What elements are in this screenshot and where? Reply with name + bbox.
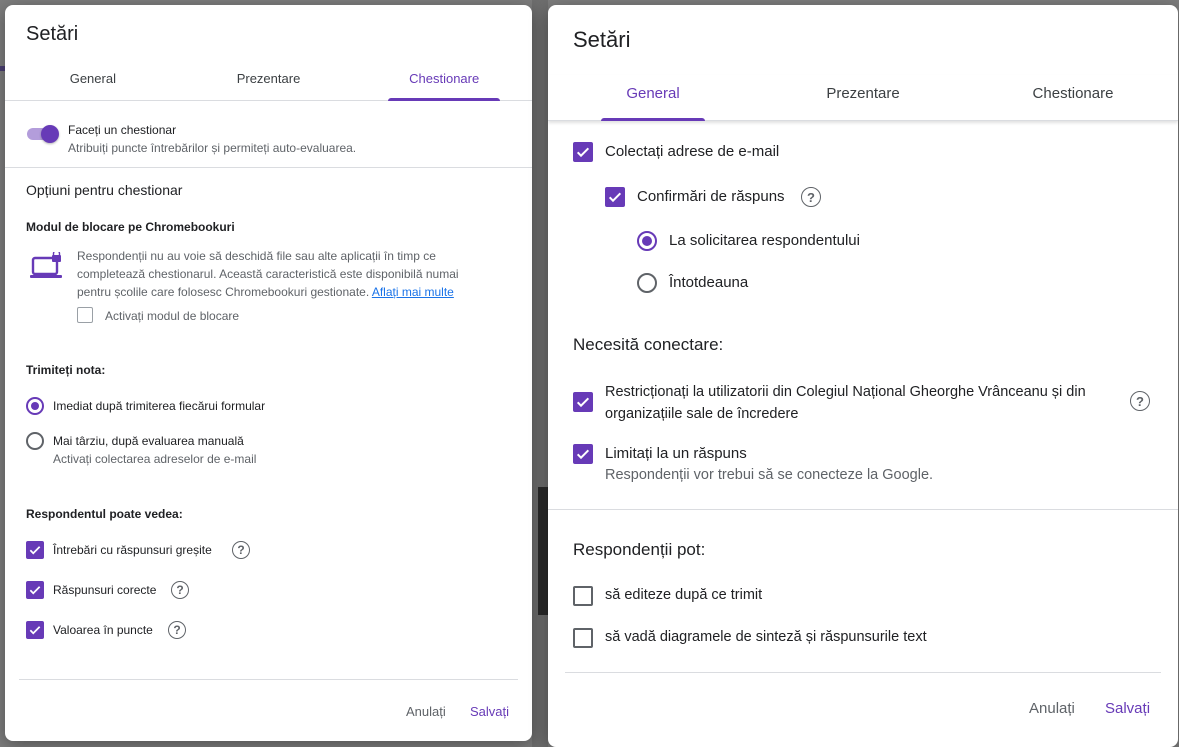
response-receipts-checkbox[interactable]	[605, 187, 625, 207]
edit-after-submit-label: să editeze după ce trimit	[605, 587, 763, 603]
quiz-toggle-description: Atribuiți puncte întrebărilor și permite…	[68, 141, 357, 155]
response-receipts-label: Confirmări de răspuns	[637, 188, 785, 205]
missed-questions-checkbox[interactable]	[26, 541, 44, 559]
restrict-line: Restricționați la utilizatorii din Coleg…	[605, 384, 1086, 400]
toggle-knob	[41, 125, 59, 143]
collect-emails-checkbox[interactable]	[573, 142, 593, 162]
release-immediately-label: Imediat după trimiterea fiecărui formula…	[53, 399, 266, 413]
tab-quizzes[interactable]: Chestionare	[356, 60, 532, 100]
quiz-toggle[interactable]	[27, 123, 59, 145]
collect-emails-label: Colectați adrese de e-mail	[605, 143, 780, 160]
check-icon	[29, 546, 41, 555]
check-icon	[576, 147, 590, 158]
release-immediately-radio[interactable]	[26, 397, 44, 415]
receipt-on-request-radio[interactable]	[637, 231, 657, 251]
quiz-options-title: Opțiuni pentru chestionar	[26, 182, 183, 198]
help-icon[interactable]: ?	[168, 621, 186, 639]
help-icon[interactable]: ?	[171, 581, 189, 599]
lockdown-line: Respondenții nu au voie să deschidă file…	[77, 249, 436, 263]
lockdown-checkbox[interactable]	[77, 307, 93, 323]
point-values-label: Valoarea în puncte	[53, 623, 153, 637]
missed-questions-label: Întrebări cu răspunsuri greșite	[53, 543, 212, 557]
limit-one-response-checkbox[interactable]	[573, 444, 593, 464]
save-button[interactable]: Salvați	[470, 704, 509, 719]
correct-answers-label: Răspunsuri corecte	[53, 583, 157, 597]
lockdown-description: Respondenții nu au voie să deschidă file…	[77, 247, 459, 301]
restrict-line: organizațiile sale de încredere	[605, 406, 799, 422]
settings-dialog-general: Setări General Prezentare Chestionare Co…	[548, 5, 1178, 747]
settings-dialog-quiz: Setări General Prezentare Chestionare Fa…	[5, 5, 532, 741]
tab-bar: General Prezentare Chestionare	[5, 60, 532, 101]
quiz-toggle-label: Faceți un chestionar	[68, 123, 177, 137]
check-icon	[608, 192, 622, 203]
correct-answers-checkbox[interactable]	[26, 581, 44, 599]
release-later-sublabel: Activați colectarea adreselor de e-mail	[53, 452, 257, 466]
edit-after-submit-checkbox[interactable]	[573, 586, 593, 606]
check-icon	[576, 397, 590, 408]
save-button[interactable]: Salvați	[1105, 700, 1150, 717]
divider	[548, 509, 1178, 510]
release-grade-heading: Trimiteți nota:	[26, 363, 106, 377]
tab-quizzes[interactable]: Chestionare	[968, 75, 1178, 120]
receipt-on-request-label: La solicitarea respondentului	[669, 232, 860, 249]
lockdown-line: completează chestionarul. Această caract…	[77, 267, 459, 281]
divider	[5, 167, 532, 168]
tab-presentation[interactable]: Prezentare	[758, 75, 968, 120]
help-icon[interactable]: ?	[232, 541, 250, 559]
restrict-users-label: Restricționați la utilizatorii din Coleg…	[605, 381, 1086, 425]
dialog-title: Setări	[26, 23, 79, 45]
tab-bar: General Prezentare Chestionare	[548, 75, 1178, 121]
help-icon[interactable]: ?	[801, 187, 821, 207]
lockdown-heading: Modul de blocare pe Chromebookuri	[26, 220, 235, 234]
divider	[565, 672, 1161, 673]
bg-strip	[532, 0, 548, 747]
see-summary-label: să vadă diagramele de sinteză și răspuns…	[605, 629, 927, 645]
lockdown-checkbox-label: Activați modul de blocare	[105, 309, 240, 323]
help-icon[interactable]: ?	[1130, 391, 1150, 411]
limit-one-response-label: Limitați la un răspuns	[605, 445, 747, 462]
restrict-users-checkbox[interactable]	[573, 392, 593, 412]
requires-signin-heading: Necesită conectare:	[573, 335, 724, 354]
tab-general[interactable]: General	[548, 75, 758, 120]
release-later-label: Mai târziu, după evaluarea manuală	[53, 434, 244, 448]
limit-one-response-sublabel: Respondenții vor trebui să se conecteze …	[605, 467, 934, 483]
check-icon	[29, 586, 41, 595]
respondents-can-heading: Respondenții pot:	[573, 540, 706, 559]
release-later-radio[interactable]	[26, 432, 44, 450]
divider	[19, 679, 518, 680]
tab-general[interactable]: General	[5, 60, 181, 100]
point-values-checkbox[interactable]	[26, 621, 44, 639]
check-icon	[29, 626, 41, 635]
receipt-always-label: Întotdeauna	[669, 274, 749, 291]
dialog-title: Setări	[573, 27, 631, 52]
cancel-button[interactable]: Anulați	[1029, 700, 1075, 717]
check-icon	[576, 449, 590, 460]
lockdown-line: pentru școlile care folosesc Chromebooku…	[77, 283, 459, 301]
receipt-always-radio[interactable]	[637, 273, 657, 293]
respondent-can-see-heading: Respondentul poate vedea:	[26, 507, 183, 521]
tab-presentation[interactable]: Prezentare	[181, 60, 357, 100]
lockdown-line-text: pentru școlile care folosesc Chromebooku…	[77, 285, 370, 299]
chromebook-lock-icon	[29, 249, 65, 282]
cancel-button[interactable]: Anulați	[406, 704, 446, 719]
learn-more-link[interactable]: Aflați mai multe	[372, 285, 454, 299]
see-summary-checkbox[interactable]	[573, 628, 593, 648]
